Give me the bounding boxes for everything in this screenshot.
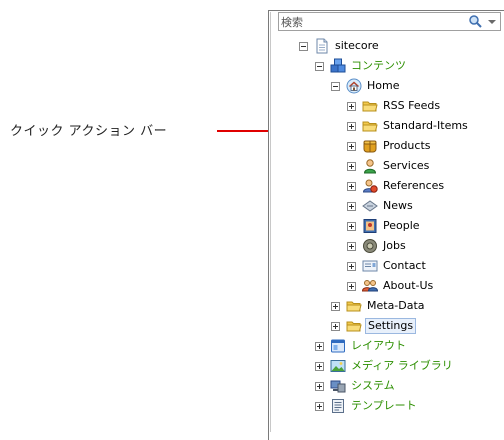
system-icon	[330, 380, 346, 393]
tree-node-standard-items[interactable]: Standard-Items	[347, 117, 470, 135]
tree-node-label: Services	[383, 159, 430, 172]
tree-node-content[interactable]: コンテンツ	[315, 57, 408, 75]
tree-node-meta-data[interactable]: Meta-Data	[331, 297, 427, 315]
tree-node-label: コンテンツ	[351, 59, 406, 72]
expand-toggle[interactable]	[315, 341, 324, 351]
search-button[interactable]	[463, 14, 499, 29]
tree-node-label: システム	[351, 379, 395, 392]
tree-node-products[interactable]: Products	[347, 137, 433, 155]
expand-toggle[interactable]	[331, 301, 340, 311]
tree-node-rss-feeds[interactable]: RSS Feeds	[347, 97, 442, 115]
search-box	[278, 12, 501, 31]
search-input[interactable]	[279, 13, 461, 30]
expand-toggle[interactable]	[315, 381, 324, 391]
quick-action-bar[interactable]	[270, 12, 271, 432]
tree-node-label: Products	[383, 139, 431, 152]
expand-toggle[interactable]	[347, 141, 356, 151]
expand-toggle[interactable]	[347, 261, 356, 271]
layout-icon	[331, 339, 345, 353]
tree-node-label: RSS Feeds	[383, 99, 441, 112]
tree-node-sitecore[interactable]: sitecore	[299, 37, 381, 55]
tree-node-jobs[interactable]: Jobs	[347, 237, 408, 255]
expand-toggle[interactable]	[347, 221, 356, 231]
tree-node-label: Settings	[365, 318, 417, 334]
tree-node-label: News	[383, 199, 413, 212]
collapse-toggle[interactable]	[299, 41, 308, 51]
expand-toggle[interactable]	[347, 181, 356, 191]
tree-node-label: レイアウト	[351, 339, 406, 352]
about-us-icon	[362, 280, 378, 292]
folder-icon	[362, 121, 378, 132]
tree-node-label: References	[383, 179, 445, 192]
expand-toggle[interactable]	[331, 321, 340, 331]
quick-action-bar-callout-label: クイック アクション バー	[10, 124, 168, 139]
expand-toggle[interactable]	[347, 101, 356, 111]
folder-icon	[362, 101, 378, 112]
tree-node-label: テンプレート	[351, 399, 417, 412]
content-cubes-icon	[330, 58, 346, 73]
tree-node-label: Home	[367, 79, 400, 92]
tree-node-about-us[interactable]: About-Us	[347, 277, 435, 295]
references-icon	[362, 179, 378, 193]
document-icon	[316, 38, 328, 54]
tree-node-label: Standard-Items	[383, 119, 468, 132]
tree-node-contact[interactable]: Contact	[347, 257, 428, 275]
expand-toggle[interactable]	[347, 241, 356, 251]
news-icon	[362, 200, 378, 212]
tree-node-label: People	[383, 219, 420, 232]
expand-toggle[interactable]	[315, 401, 324, 411]
tree-node-templates[interactable]: テンプレート	[315, 397, 419, 415]
collapse-toggle[interactable]	[315, 61, 324, 71]
tree-node-media-library[interactable]: メディア ライブラリ	[315, 357, 455, 375]
home-icon	[346, 78, 362, 94]
tree-node-system[interactable]: システム	[315, 377, 397, 395]
contact-icon	[362, 260, 378, 272]
tree-node-label: Jobs	[383, 239, 406, 252]
tree-node-label: メディア ライブラリ	[351, 359, 453, 372]
people-icon	[363, 219, 377, 233]
collapse-toggle[interactable]	[331, 81, 340, 91]
tree-node-people[interactable]: People	[347, 217, 422, 235]
products-icon	[363, 140, 377, 153]
expand-toggle[interactable]	[347, 161, 356, 171]
tree-node-services[interactable]: Services	[347, 157, 431, 175]
tree-node-references[interactable]: References	[347, 177, 446, 195]
expand-toggle[interactable]	[315, 361, 324, 371]
media-library-icon	[330, 360, 346, 372]
expand-toggle[interactable]	[347, 201, 356, 211]
jobs-icon	[363, 239, 377, 253]
tree-node-label: sitecore	[335, 39, 379, 52]
tree-node-news[interactable]: News	[347, 197, 415, 215]
tree-node-home[interactable]: Home	[331, 77, 401, 95]
tree-node-layout[interactable]: レイアウト	[315, 337, 408, 355]
folder-icon	[346, 321, 362, 332]
tree-node-label: Contact	[383, 259, 426, 272]
search-icon	[469, 15, 496, 28]
tree-node-label: Meta-Data	[367, 299, 425, 312]
template-icon	[332, 399, 344, 413]
tree-node-label: About-Us	[383, 279, 434, 292]
expand-toggle[interactable]	[347, 281, 356, 291]
expand-toggle[interactable]	[347, 121, 356, 131]
folder-icon	[346, 301, 362, 312]
tree-node-settings[interactable]: Settings	[331, 317, 417, 335]
services-icon	[363, 159, 377, 174]
chevron-down-icon	[488, 20, 496, 24]
